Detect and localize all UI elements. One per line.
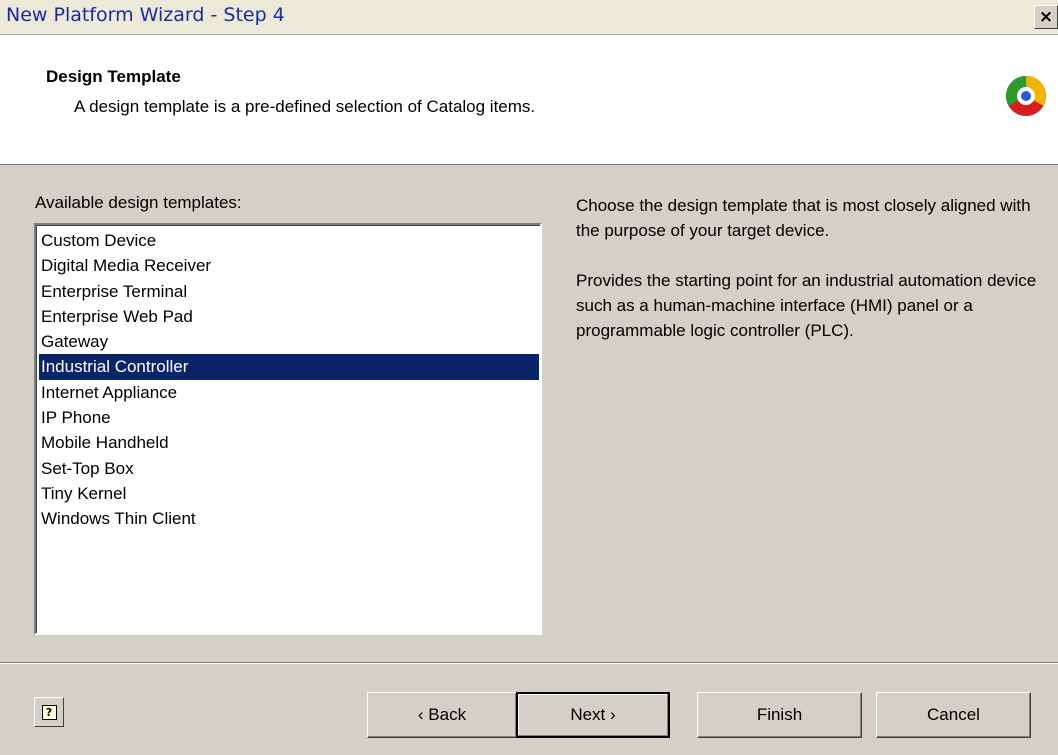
list-item-enterprise-terminal[interactable]: Enterprise Terminal <box>39 279 539 304</box>
list-item-digital-media-receiver[interactable]: Digital Media Receiver <box>39 253 539 278</box>
list-item-windows-thin-client[interactable]: Windows Thin Client <box>39 506 539 531</box>
finish-button[interactable]: Finish <box>697 692 862 738</box>
page-subtitle: A design template is a pre-defined selec… <box>74 97 536 116</box>
list-item-tiny-kernel[interactable]: Tiny Kernel <box>39 481 539 506</box>
next-button[interactable]: Next › <box>516 692 670 738</box>
list-item-industrial-controller[interactable]: Industrial Controller <box>39 354 539 380</box>
close-icon: × <box>1038 7 1054 27</box>
templates-listbox[interactable]: Custom Device Digital Media Receiver Ent… <box>34 223 542 635</box>
list-item-set-top-box[interactable]: Set-Top Box <box>39 456 539 481</box>
template-detail-text: Provides the starting point for an indus… <box>576 271 1037 340</box>
list-item-custom-device[interactable]: Custom Device <box>39 228 539 253</box>
close-button[interactable]: × <box>1034 5 1058 29</box>
list-item-internet-appliance[interactable]: Internet Appliance <box>39 380 539 405</box>
back-button[interactable]: ‹ Back <box>367 692 517 738</box>
footer-divider <box>0 662 1058 664</box>
list-item-ip-phone[interactable]: IP Phone <box>39 405 539 430</box>
title-bar[interactable]: New Platform Wizard - Step 4 × <box>0 0 1058 35</box>
template-description: Choose the design template that is most … <box>576 193 1046 343</box>
help-button[interactable]: ? <box>34 697 64 727</box>
page-title: Design Template <box>46 67 181 86</box>
cancel-button[interactable]: Cancel <box>876 692 1031 738</box>
list-item-mobile-handheld[interactable]: Mobile Handheld <box>39 430 539 455</box>
window-title: New Platform Wizard - Step 4 <box>6 4 285 26</box>
list-item-enterprise-web-pad[interactable]: Enterprise Web Pad <box>39 304 539 329</box>
templates-label: Available design templates: <box>35 193 242 212</box>
list-item-gateway[interactable]: Gateway <box>39 329 539 354</box>
help-icon: ? <box>41 704 57 720</box>
instruction-text: Choose the design template that is most … <box>576 196 1031 240</box>
wizard-window: New Platform Wizard - Step 4 × Design Te… <box>0 0 1058 755</box>
wizard-logo-icon <box>1006 76 1046 116</box>
